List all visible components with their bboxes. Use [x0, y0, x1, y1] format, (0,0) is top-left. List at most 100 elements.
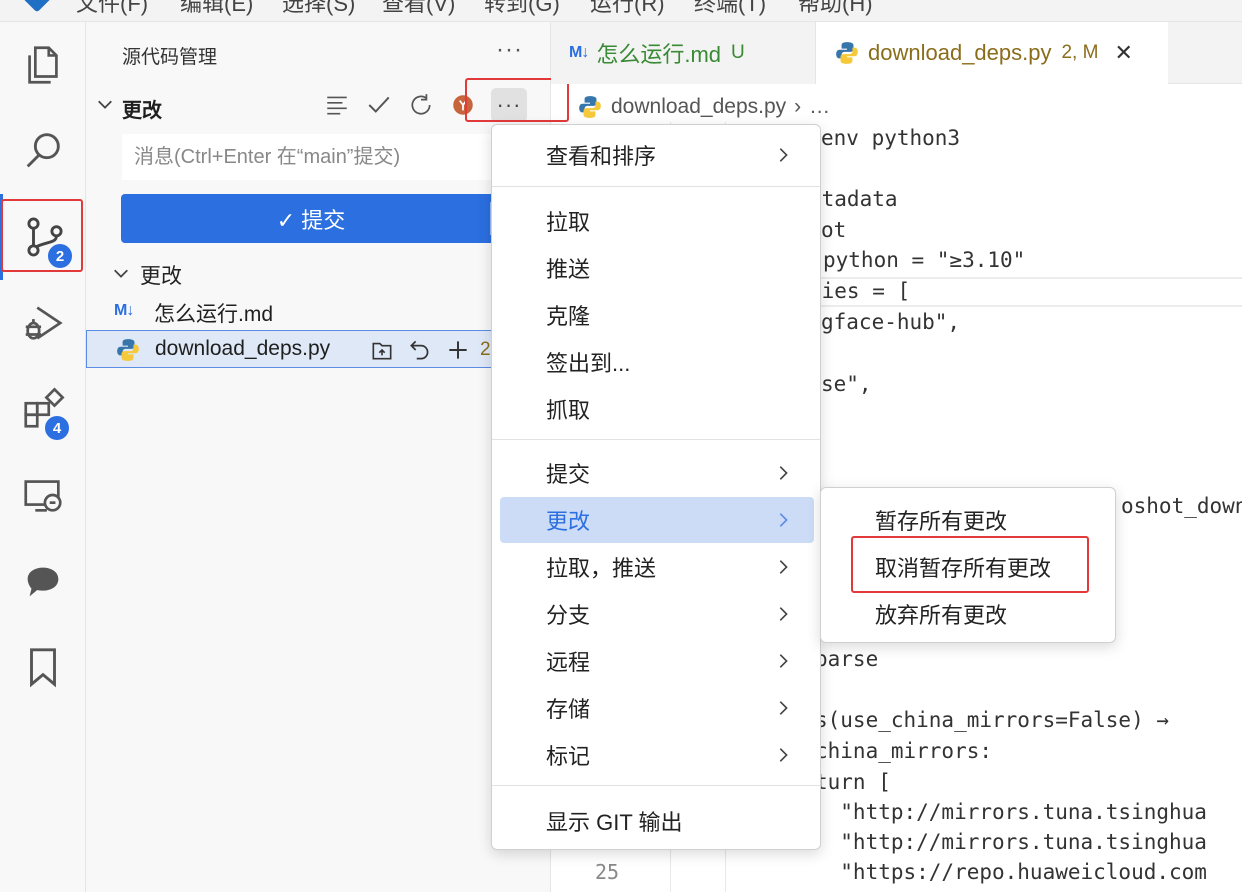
- code-line: china_mirrors:: [815, 739, 993, 763]
- refresh-icon: [411, 94, 431, 115]
- menu-item-commit[interactable]: 提交: [500, 450, 814, 496]
- discard-icon: [410, 340, 429, 360]
- tab-name: 怎么运行.md: [596, 42, 722, 67]
- copilot-button[interactable]: [448, 90, 478, 120]
- more-actions-button[interactable]: ···: [491, 88, 527, 122]
- menu-item-label: 克隆: [546, 304, 591, 329]
- remote-explorer-icon: [24, 480, 62, 512]
- menu-item-stash[interactable]: 存储: [500, 685, 814, 731]
- menu-selection[interactable]: 选择(S): [282, 0, 355, 18]
- menu-item-view-sort[interactable]: 查看和排序: [500, 132, 814, 178]
- activity-search[interactable]: [0, 108, 86, 194]
- activity-run-debug[interactable]: [0, 280, 86, 366]
- menu-item-label: 存储: [546, 697, 591, 722]
- menu-item-show-git-output[interactable]: 显示 GIT 输出: [500, 798, 814, 844]
- menu-item-label: 拉取: [546, 210, 591, 235]
- menu-item-label: 查看和排序: [546, 144, 657, 169]
- close-tab-button[interactable]: ✕: [1114, 40, 1132, 66]
- markdown-icon: M↓: [114, 298, 144, 324]
- source-control-panel: 源代码管理 ··· 更改 ··· ✓ 提交 更改 M↓ 怎么运行.md: [86, 22, 551, 892]
- file-row-py[interactable]: download_deps.py 2: [86, 330, 551, 368]
- chevron-down-icon: [98, 100, 112, 109]
- tab-py[interactable]: download_deps.py 2, M ✕: [816, 22, 1168, 84]
- tab-md[interactable]: M↓ 怎么运行.md U: [551, 22, 816, 84]
- file-row-md[interactable]: M↓ 怎么运行.md: [86, 292, 551, 330]
- tab-status: U: [731, 42, 745, 63]
- extensions-badge: 4: [43, 414, 71, 442]
- sparkle-ai-icon: [453, 95, 473, 115]
- breadcrumb: download_deps.py › …: [577, 92, 830, 122]
- refresh-button[interactable]: [406, 90, 436, 120]
- menu-terminal[interactable]: 终端(T): [694, 0, 766, 18]
- activity-chat[interactable]: [0, 538, 86, 624]
- menu-item-label: 标记: [546, 744, 591, 769]
- source-control-badge: 2: [46, 242, 74, 270]
- file-row-actions: [367, 335, 473, 365]
- menu-item-branch[interactable]: 分支: [500, 591, 814, 637]
- chevron-right-icon: [779, 654, 788, 668]
- code-line: s(use_china_mirrors=False) →: [815, 708, 1170, 732]
- submenu-stage-all[interactable]: 暂存所有更改: [829, 497, 1109, 543]
- menu-go[interactable]: 转到(G): [484, 0, 560, 18]
- tab-status: 2, M: [1061, 42, 1099, 63]
- activity-extensions[interactable]: 4: [0, 366, 86, 452]
- view-as-list-button[interactable]: [322, 90, 352, 120]
- python-logo-icon: [117, 339, 139, 361]
- commit-button-label: ✓ 提交: [276, 207, 346, 233]
- chevron-right-icon: [779, 513, 788, 527]
- discard-changes-button[interactable]: [405, 335, 435, 365]
- menu-file[interactable]: 文件(F): [76, 0, 148, 18]
- changes-group-header[interactable]: 更改: [108, 258, 528, 288]
- activity-remote[interactable]: [0, 452, 86, 538]
- python-icon: [115, 337, 145, 363]
- code-line: gface-hub",: [821, 310, 961, 334]
- menu-item-fetch[interactable]: 抓取: [500, 386, 814, 432]
- menu-item-push[interactable]: 推送: [500, 245, 814, 291]
- code-line: "http://mirrors.tuna.tsinghua: [815, 800, 1207, 824]
- editor-tabs: M↓ 怎么运行.md U download_deps.py 2, M ✕: [551, 22, 1242, 84]
- menu-edit[interactable]: 编辑(E): [180, 0, 253, 18]
- code-line: env python3: [821, 126, 961, 150]
- menu-item-changes[interactable]: 更改: [500, 497, 814, 543]
- menu-bar: 文件(F) 编辑(E) 选择(S) 查看(V) 转到(G) 运行(R) 终端(T…: [0, 0, 1242, 22]
- chevron-right-icon: [779, 148, 788, 162]
- activity-bookmarks[interactable]: [0, 624, 86, 710]
- menu-item-label: 抓取: [546, 398, 591, 423]
- line-number: 25: [595, 860, 620, 884]
- chevron-right-icon: [779, 748, 788, 762]
- menu-item-checkout[interactable]: 签出到...: [500, 339, 814, 385]
- menu-item-remote[interactable]: 远程: [500, 638, 814, 684]
- submenu-unstage-all[interactable]: 取消暂存所有更改: [829, 544, 1109, 590]
- breadcrumb-file[interactable]: download_deps.py: [611, 95, 786, 119]
- open-file-button[interactable]: [367, 335, 397, 365]
- code-line: python = "≥3.10": [823, 248, 1026, 272]
- menu-item-clone[interactable]: 克隆: [500, 292, 814, 338]
- activity-explorer[interactable]: [0, 22, 86, 108]
- menu-help[interactable]: 帮助(H): [798, 0, 873, 18]
- panel-more-button[interactable]: ···: [496, 36, 523, 64]
- search-icon: [26, 133, 60, 168]
- code-line: etadata: [809, 187, 898, 211]
- activity-source-control[interactable]: 2: [0, 194, 86, 280]
- submenu-discard-all[interactable]: 放弃所有更改: [829, 591, 1109, 637]
- problem-count: 2: [480, 339, 491, 360]
- markdown-badge: M↓: [569, 44, 589, 61]
- code-line: parse: [815, 647, 879, 671]
- markdown-badge: M↓: [114, 302, 134, 319]
- menu-item-pull[interactable]: 拉取: [500, 198, 814, 244]
- menu-view[interactable]: 查看(V): [382, 0, 455, 18]
- changes-submenu: 暂存所有更改 取消暂存所有更改 放弃所有更改: [820, 487, 1116, 643]
- stage-changes-button[interactable]: [443, 335, 473, 365]
- menu-item-pull-push[interactable]: 拉取，推送: [500, 544, 814, 590]
- commit-button[interactable]: ✓ 提交: [121, 194, 501, 243]
- chevron-right-icon: [779, 701, 788, 715]
- chevron-right-icon: [779, 466, 788, 480]
- commit-message-input[interactable]: [122, 134, 502, 180]
- file-name: download_deps.py: [155, 337, 331, 360]
- submenu-item-label: 取消暂存所有更改: [875, 556, 1052, 581]
- commit-check-button[interactable]: [364, 90, 394, 120]
- panel-title: 源代码管理: [122, 47, 218, 68]
- menu-item-tags[interactable]: 标记: [500, 732, 814, 778]
- menu-run[interactable]: 运行(R): [590, 0, 665, 18]
- breadcrumb-more[interactable]: …: [809, 95, 830, 119]
